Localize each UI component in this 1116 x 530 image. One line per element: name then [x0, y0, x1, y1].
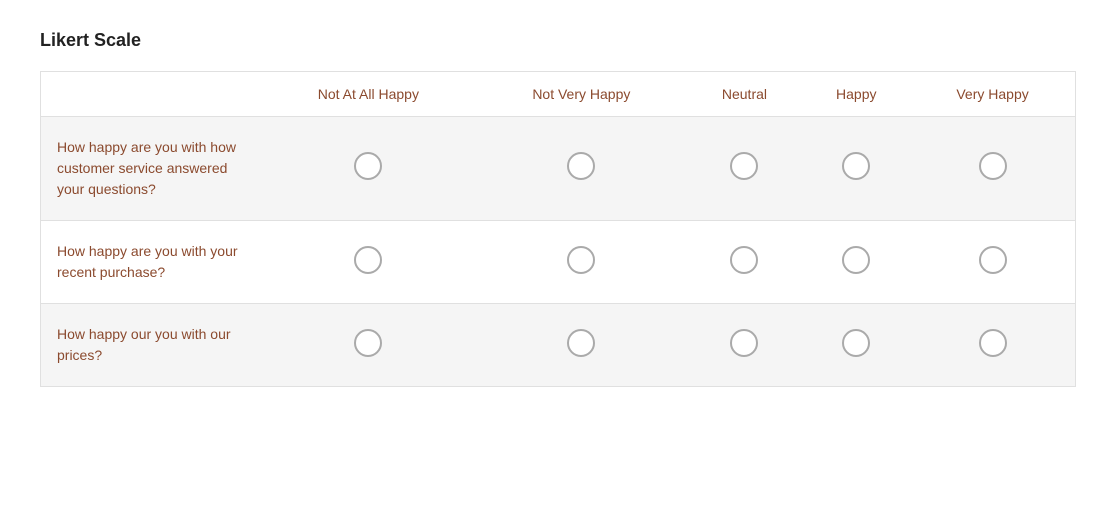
radio-cell-not-at-all-happy: [261, 117, 477, 221]
column-header-not-very-happy: Not Very Happy: [476, 72, 686, 117]
radio-very-happy-row1[interactable]: [979, 246, 1007, 274]
radio-cell-very-happy: [910, 221, 1075, 304]
radio-cell-not-very-happy: [476, 304, 686, 387]
likert-scale-table: Not At All Happy Not Very Happy Neutral …: [40, 71, 1076, 387]
radio-neutral-row1[interactable]: [730, 246, 758, 274]
column-header-question: [41, 72, 261, 117]
radio-cell-happy: [802, 304, 910, 387]
radio-cell-happy: [802, 117, 910, 221]
column-header-happy: Happy: [802, 72, 910, 117]
radio-cell-not-at-all-happy: [261, 221, 477, 304]
table-row: How happy are you with your recent purch…: [41, 221, 1076, 304]
radio-cell-not-at-all-happy: [261, 304, 477, 387]
radio-cell-very-happy: [910, 117, 1075, 221]
page-title: Likert Scale: [40, 30, 1076, 51]
radio-not-at-all-happy-row1[interactable]: [354, 246, 382, 274]
radio-not-very-happy-row1[interactable]: [567, 246, 595, 274]
radio-very-happy-row2[interactable]: [979, 329, 1007, 357]
radio-cell-not-very-happy: [476, 117, 686, 221]
table-row: How happy our you with our prices?: [41, 304, 1076, 387]
radio-not-at-all-happy-row0[interactable]: [354, 152, 382, 180]
radio-very-happy-row0[interactable]: [979, 152, 1007, 180]
radio-cell-neutral: [686, 117, 802, 221]
table-header-row: Not At All Happy Not Very Happy Neutral …: [41, 72, 1076, 117]
column-header-neutral: Neutral: [686, 72, 802, 117]
radio-happy-row1[interactable]: [842, 246, 870, 274]
column-header-not-at-all-happy: Not At All Happy: [261, 72, 477, 117]
radio-not-very-happy-row0[interactable]: [567, 152, 595, 180]
radio-not-at-all-happy-row2[interactable]: [354, 329, 382, 357]
question-cell: How happy are you with how customer serv…: [41, 117, 261, 221]
column-header-very-happy: Very Happy: [910, 72, 1075, 117]
radio-cell-happy: [802, 221, 910, 304]
question-cell: How happy our you with our prices?: [41, 304, 261, 387]
table-row: How happy are you with how customer serv…: [41, 117, 1076, 221]
radio-happy-row0[interactable]: [842, 152, 870, 180]
radio-cell-neutral: [686, 221, 802, 304]
radio-cell-neutral: [686, 304, 802, 387]
radio-cell-not-very-happy: [476, 221, 686, 304]
radio-happy-row2[interactable]: [842, 329, 870, 357]
radio-neutral-row2[interactable]: [730, 329, 758, 357]
radio-cell-very-happy: [910, 304, 1075, 387]
radio-not-very-happy-row2[interactable]: [567, 329, 595, 357]
question-cell: How happy are you with your recent purch…: [41, 221, 261, 304]
radio-neutral-row0[interactable]: [730, 152, 758, 180]
